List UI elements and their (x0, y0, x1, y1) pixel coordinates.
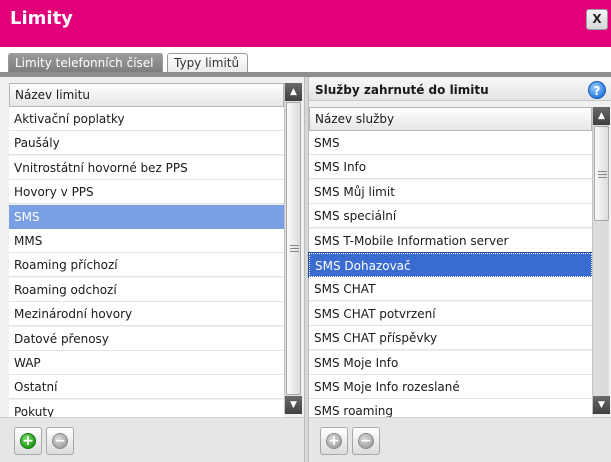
scrollbar-thumb[interactable] (286, 102, 301, 395)
service-list-item[interactable]: SMS T-Mobile Information server (309, 228, 592, 253)
scroll-down-arrow-icon[interactable]: ▼ (593, 396, 610, 414)
service-list-item[interactable]: SMS CHAT potvrzení (309, 301, 592, 326)
tab-typy-limitu[interactable]: Typy limitů (167, 53, 248, 73)
service-list-item[interactable]: SMS CHAT příspěvky (309, 326, 592, 351)
grip-icon (598, 171, 607, 178)
window-title: Limity (10, 8, 73, 29)
limit-list-item[interactable]: WAP (9, 351, 284, 375)
service-list-item[interactable]: SMS Moje Info (309, 350, 592, 375)
limit-list-item[interactable]: Vnitrostátní hovorné bez PPS (9, 155, 284, 180)
limit-list-item[interactable]: Ostatní (9, 375, 284, 400)
limit-list-item[interactable]: Mezinárodní hovory (9, 302, 284, 327)
scroll-up-arrow-icon[interactable]: ▲ (285, 83, 302, 101)
add-limit-button[interactable]: + (14, 427, 42, 455)
limit-name-column-header[interactable]: Název limitu (9, 83, 284, 107)
plus-icon: + (326, 433, 342, 449)
minus-icon: − (358, 433, 374, 449)
limit-list-item[interactable]: Paušály (9, 131, 284, 156)
limit-list-item[interactable]: MMS (9, 229, 284, 253)
remove-service-button[interactable]: − (352, 427, 380, 455)
services-section-title: Služby zahrnuté do limitu (309, 79, 611, 101)
limit-list-scrollbar[interactable]: ▲ ▼ (284, 83, 302, 414)
scroll-down-arrow-icon[interactable]: ▼ (285, 396, 302, 414)
title-bar: Limity X (0, 0, 611, 47)
tab-limity-telefonnich-cisel[interactable]: Limity telefonních čísel (8, 53, 163, 73)
service-list-item[interactable]: SMS Dohazovač (308, 252, 593, 278)
service-name-column-header[interactable]: Název služby (309, 107, 592, 131)
limit-list-item[interactable]: SMS (9, 204, 284, 229)
plus-icon: + (20, 433, 36, 449)
limit-list-item[interactable]: Hovory v PPS (9, 180, 284, 205)
limit-list-item[interactable]: Aktivační poplatky (9, 107, 284, 131)
grip-icon (290, 245, 299, 252)
remove-limit-button[interactable]: − (46, 427, 74, 455)
service-list-item[interactable]: SMS speciální (309, 204, 592, 229)
service-list-item[interactable]: SMS Info (309, 155, 592, 180)
service-list-item[interactable]: SMS Můj limit (309, 179, 592, 204)
service-list-item[interactable]: SMS CHAT (309, 277, 592, 302)
service-list-item[interactable]: SMS Moje Info rozeslané (309, 375, 592, 399)
service-list-item[interactable]: SMS (309, 131, 592, 155)
limit-list-item[interactable]: Roaming příchozí (9, 253, 284, 278)
close-button[interactable]: X (586, 9, 608, 30)
scrollbar-thumb[interactable] (594, 126, 609, 221)
minus-icon: − (52, 433, 68, 449)
limit-list-item[interactable]: Roaming odchozí (9, 277, 284, 302)
add-service-button[interactable]: + (320, 427, 348, 455)
help-icon[interactable]: ? (588, 81, 606, 99)
limit-list-item[interactable]: Datové přenosy (9, 326, 284, 351)
service-list-scrollbar[interactable]: ▲ ▼ (592, 107, 610, 414)
scroll-up-arrow-icon[interactable]: ▲ (593, 107, 610, 125)
